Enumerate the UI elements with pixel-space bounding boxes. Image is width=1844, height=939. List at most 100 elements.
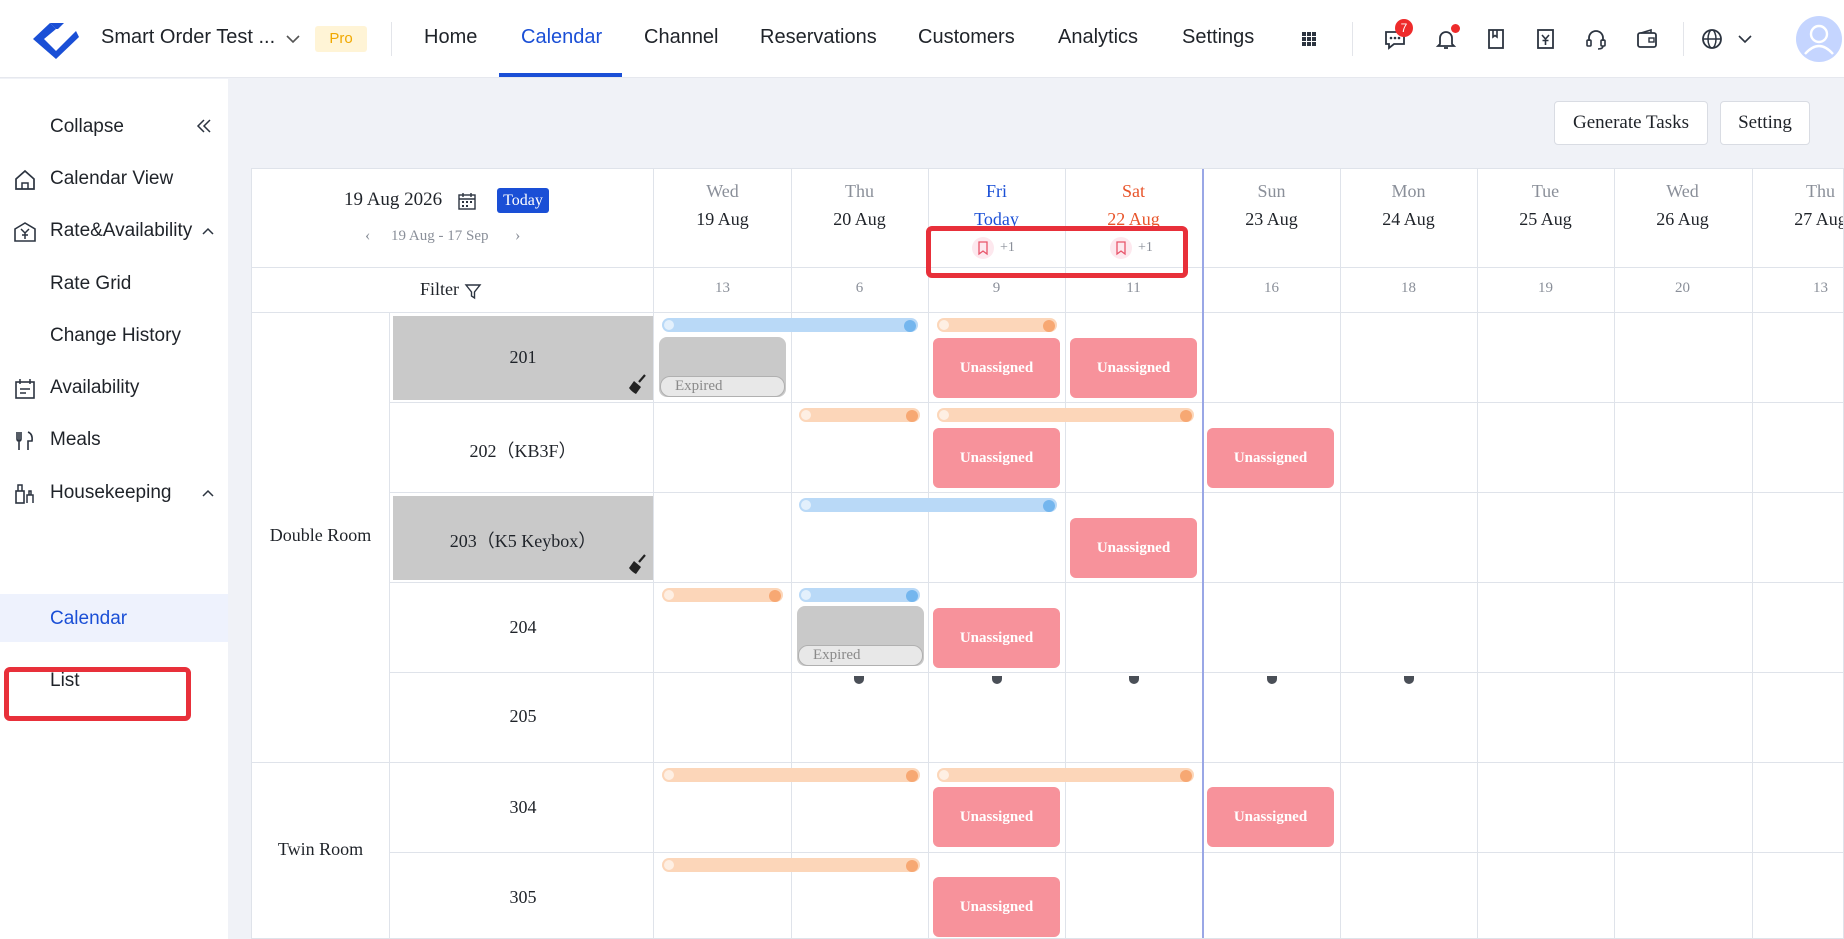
chevron-down-icon[interactable] (283, 29, 303, 49)
stay-bar[interactable] (937, 768, 1194, 782)
stay-bar[interactable] (662, 858, 920, 872)
message-count-badge: 7 (1395, 19, 1413, 37)
task-count: 6 (855, 280, 864, 296)
task-count: 9 (992, 280, 1001, 296)
sidebar-item-meals[interactable]: Meals (0, 419, 228, 459)
globe-language-icon[interactable] (1698, 25, 1726, 53)
highlight-annotation (926, 226, 1188, 278)
setting-button[interactable]: Setting (1720, 101, 1810, 145)
bookmark-book-icon[interactable] (1482, 25, 1510, 53)
unassigned-task[interactable]: Unassigned (933, 428, 1060, 488)
status-dot[interactable] (1404, 676, 1414, 684)
room-number[interactable]: 305 (393, 887, 653, 908)
stay-bar[interactable] (662, 768, 920, 782)
nav-settings[interactable]: Settings (1182, 26, 1254, 49)
filter-label[interactable]: Filter (420, 279, 459, 300)
nav-channel[interactable]: Channel (644, 26, 719, 49)
room-type-label: Double Room (269, 525, 372, 545)
sidebar-item-rate-grid[interactable]: Rate Grid (0, 263, 228, 303)
hotel-name[interactable]: Smart Order Test ... (101, 26, 275, 49)
status-dot[interactable] (854, 676, 864, 684)
unassigned-task[interactable]: Unassigned (933, 338, 1060, 398)
unassigned-task[interactable]: Unassigned (933, 877, 1060, 937)
double-chevron-left-icon[interactable] (196, 118, 212, 134)
status-dot[interactable] (992, 676, 1002, 684)
unassigned-task[interactable]: Unassigned (1070, 338, 1197, 398)
sidebar-item-rate-availability[interactable]: Rate&Availability (0, 210, 228, 250)
day-header-weekend: Sat 22 Aug (1107, 181, 1160, 229)
room-number[interactable]: 203（K5 Keybox） (393, 527, 653, 553)
yen-invoice-icon[interactable] (1532, 25, 1560, 53)
stay-bar[interactable] (937, 318, 1057, 332)
stay-bar[interactable] (799, 408, 920, 422)
stay-bar[interactable] (662, 318, 918, 332)
room-number[interactable]: 205 (393, 706, 653, 727)
sidebar-item-list[interactable]: List (0, 660, 228, 700)
sidebar-item-housekeeping[interactable]: Housekeeping (0, 472, 228, 512)
status-dot[interactable] (1129, 676, 1139, 684)
chevron-up-icon[interactable] (200, 223, 216, 239)
sidebar-item-calendar-view[interactable]: Calendar View (0, 158, 228, 198)
task-count: 20 (1675, 280, 1690, 296)
nav-customers[interactable]: Customers (918, 26, 1015, 49)
wallet-icon[interactable] (1633, 25, 1661, 53)
expired-task[interactable]: Expired (659, 337, 786, 397)
sidebar-collapse[interactable]: Collapse (0, 106, 228, 146)
sidebar-item-label: Housekeeping (50, 482, 172, 503)
expired-task[interactable]: Expired (797, 606, 924, 666)
unassigned-task[interactable]: Unassigned (1207, 428, 1334, 488)
day-header: Tue 25 Aug (1519, 181, 1572, 229)
task-count: 16 (1264, 280, 1279, 296)
chevron-up-icon[interactable] (200, 485, 216, 501)
stay-bar[interactable] (799, 498, 1057, 512)
app-logo[interactable] (30, 17, 80, 61)
stay-bar[interactable] (799, 588, 920, 602)
nav-analytics[interactable]: Analytics (1058, 26, 1138, 49)
notification-dot (1451, 24, 1460, 33)
nav-reservations[interactable]: Reservations (760, 26, 877, 49)
collapse-label: Collapse (50, 116, 124, 137)
today-button[interactable]: Today (497, 188, 549, 213)
task-count: 13 (715, 280, 730, 296)
nav-divider (391, 22, 392, 56)
unassigned-task[interactable]: Unassigned (933, 787, 1060, 847)
calendar-icon[interactable] (457, 191, 477, 211)
day-header: Mon 24 Aug (1382, 181, 1435, 229)
icons-divider (1352, 22, 1353, 56)
stay-bar[interactable] (937, 408, 1194, 422)
icons-divider-2 (1683, 22, 1684, 56)
task-count: 11 (1126, 280, 1141, 296)
sidebar-item-label: Rate Grid (50, 273, 132, 294)
current-date[interactable]: 19 Aug 2026 (344, 189, 442, 211)
day-header: Thu 27 Aug (1794, 181, 1844, 229)
room-number[interactable]: 201 (393, 347, 653, 368)
pro-badge: Pro (315, 26, 367, 52)
apps-grid-icon[interactable] (1295, 25, 1323, 53)
filter-funnel-icon[interactable] (464, 282, 482, 300)
nav-calendar[interactable]: Calendar (521, 26, 602, 49)
home-icon (12, 167, 38, 193)
room-number[interactable]: 202（KB3F） (393, 437, 653, 463)
status-dot[interactable] (1267, 676, 1277, 684)
chevron-left-icon[interactable]: ‹ (365, 227, 370, 245)
language-chevron-down-icon[interactable] (1731, 25, 1752, 53)
user-avatar[interactable] (1796, 16, 1842, 62)
room-number[interactable]: 304 (393, 797, 653, 818)
top-navigation-bar: Smart Order Test ... Pro Home Calendar C… (0, 0, 1844, 78)
sidebar-item-housekeeping-calendar[interactable]: Calendar (0, 594, 228, 642)
nav-home[interactable]: Home (424, 26, 477, 49)
generate-tasks-button[interactable]: Generate Tasks (1554, 101, 1708, 145)
day-header-today: Fri Today (974, 181, 1019, 229)
stay-bar[interactable] (662, 588, 783, 602)
room-type-label: Twin Room (277, 839, 364, 859)
active-tab-indicator (499, 73, 622, 77)
housekeeping-icon (12, 481, 38, 507)
sidebar-item-availability[interactable]: Availability (0, 367, 228, 407)
headset-support-icon[interactable] (1582, 25, 1610, 53)
room-number[interactable]: 204 (393, 617, 653, 638)
unassigned-task[interactable]: Unassigned (933, 608, 1060, 668)
unassigned-task[interactable]: Unassigned (1207, 787, 1334, 847)
unassigned-task[interactable]: Unassigned (1070, 518, 1197, 578)
chevron-right-icon[interactable]: › (515, 227, 520, 245)
sidebar-item-change-history[interactable]: Change History (0, 315, 228, 355)
